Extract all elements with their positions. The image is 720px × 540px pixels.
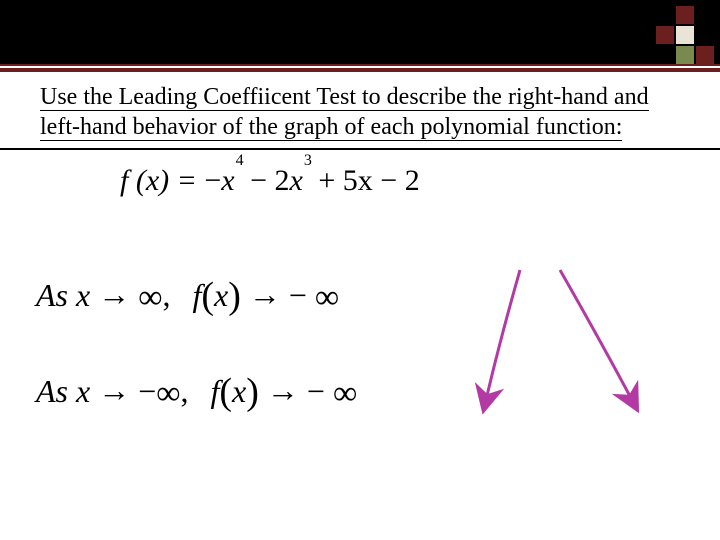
eq-sign: − [204, 164, 221, 197]
eq-exp: 4 [236, 152, 244, 169]
sign: − [307, 373, 333, 409]
fn-arg: x [232, 373, 246, 409]
comma: , [162, 277, 170, 313]
banner-rule [0, 68, 720, 72]
slide-title: Use the Leading Coeffiicent Test to desc… [40, 82, 690, 142]
limit-as: As x [36, 277, 90, 313]
decor-square [696, 46, 714, 64]
limit-as-x-to-infinity: As x → ∞, f(x) → − ∞ [36, 272, 339, 316]
comma: , [181, 373, 189, 409]
infinity-symbol: ∞ [333, 375, 357, 412]
eq-sign2: − 2 [243, 164, 290, 197]
title-separator [0, 148, 720, 150]
slide-banner [0, 0, 720, 72]
eq-term2: x3 [290, 164, 311, 197]
rparen: ) [246, 371, 259, 413]
arrow-icon: → [259, 372, 307, 408]
fn-arg: x [214, 277, 228, 313]
eq-term1: x4 [221, 164, 242, 197]
infinity-symbol: ∞ [156, 375, 180, 412]
eq-var: x [221, 164, 234, 197]
arrow-icon: → [241, 276, 289, 312]
decor-square [676, 6, 694, 24]
title-text: Use the Leading Coeffiicent Test to desc… [40, 84, 649, 141]
eq-tail: + 5x − 2 [311, 164, 420, 197]
sign: − [138, 373, 156, 409]
limit-as: As x [36, 373, 90, 409]
limit-as-x-to-neg-infinity: As x → −∞, f(x) → − ∞ [36, 368, 357, 412]
banner-bg [0, 0, 720, 64]
lparen: ( [201, 275, 214, 317]
arrow-icon: → [90, 372, 138, 408]
fn-f: f [192, 277, 201, 313]
lparen: ( [219, 371, 232, 413]
end-behavior-arrows [0, 0, 720, 540]
polynomial-equation: f (x) = −x4 − 2x3 + 5x − 2 [120, 164, 420, 198]
arrow-icon: → [90, 276, 138, 312]
eq-lhs: f (x) = [120, 164, 204, 197]
rparen: ) [228, 275, 241, 317]
sign: − [289, 277, 315, 313]
eq-var2: x [290, 164, 303, 197]
banner-rule [0, 64, 720, 66]
infinity-symbol: ∞ [138, 279, 162, 316]
decor-square [656, 26, 674, 44]
infinity-symbol: ∞ [315, 279, 339, 316]
eq-exp2: 3 [304, 152, 312, 169]
decor-square [676, 26, 694, 44]
decor-square [676, 46, 694, 64]
